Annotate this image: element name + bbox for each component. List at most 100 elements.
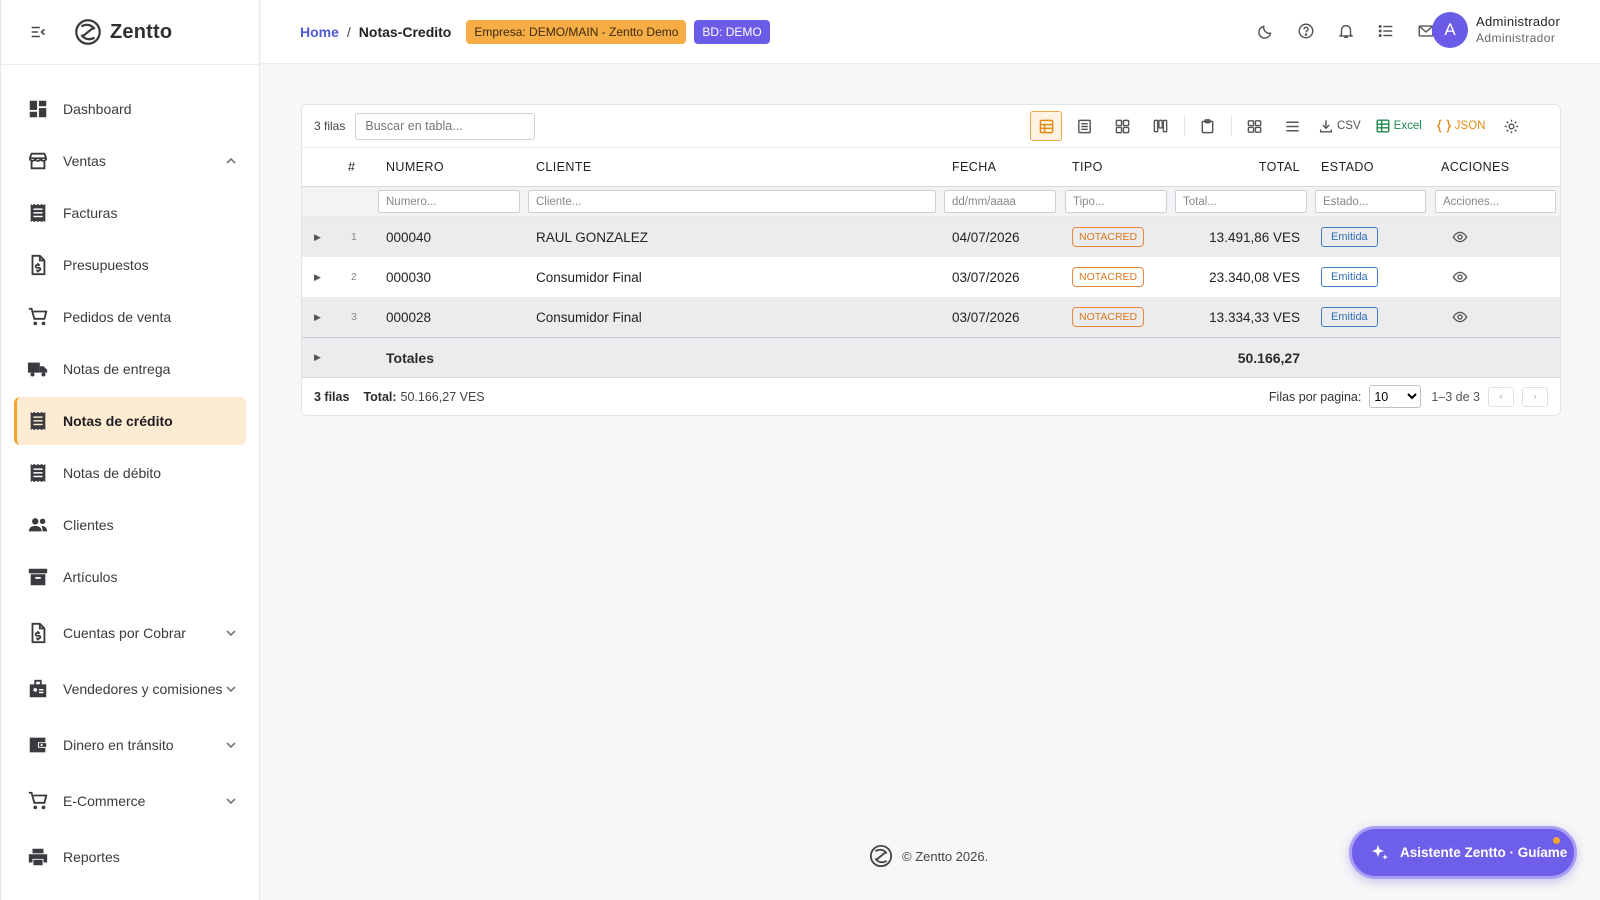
store-icon xyxy=(27,150,49,172)
kanban-view-icon[interactable] xyxy=(1144,111,1176,141)
table-view-icon[interactable] xyxy=(1030,111,1062,141)
density-grid-icon[interactable] xyxy=(1238,111,1270,141)
cell-total: 23.340,08 VES xyxy=(1209,269,1300,285)
sidebar-item-label: Ventas xyxy=(63,153,106,169)
sidebar-item-notas-de-debito[interactable]: Notas de débito xyxy=(14,449,246,497)
sidebar-header: Zentto xyxy=(1,0,259,65)
chevron-down-icon xyxy=(224,738,238,752)
expand-row-icon[interactable]: ▶ xyxy=(314,297,321,337)
sidebar-item-notas-de-credito[interactable]: Notas de crédito xyxy=(14,397,246,445)
sidebar-item-ventas[interactable]: Ventas xyxy=(14,137,246,185)
sidebar-item-vendedores[interactable]: Vendedores y comisiones xyxy=(14,665,246,713)
menu-collapse-icon[interactable] xyxy=(29,23,47,41)
sidebar-item-dashboard[interactable]: Dashboard xyxy=(14,85,246,133)
column-header-tipo[interactable]: TIPO xyxy=(1072,148,1103,186)
document-dollar-icon xyxy=(27,622,49,644)
sidebar-item-label: Presupuestos xyxy=(63,257,149,273)
view-eye-icon[interactable] xyxy=(1452,309,1468,325)
grid-toolbar: 3 filas CSV Excel JSON xyxy=(302,105,1560,147)
export-csv-button[interactable]: CSV xyxy=(1318,118,1361,134)
filter-total-input[interactable] xyxy=(1175,190,1307,213)
sidebar-item-cuentas-por-cobrar[interactable]: Cuentas por Cobrar xyxy=(14,609,246,657)
cell-numero: 000040 xyxy=(386,229,432,245)
filter-fecha-input[interactable] xyxy=(944,190,1056,213)
page-footer: © Zentto 2026. xyxy=(868,843,988,869)
settings-gear-icon[interactable] xyxy=(1495,111,1527,141)
filter-numero-input[interactable] xyxy=(378,190,520,213)
table-row[interactable]: ▶ 3 000028 Consumidor Final 03/07/2026 N… xyxy=(302,297,1560,337)
breadcrumb-home-link[interactable]: Home xyxy=(300,24,339,40)
column-header-index: # xyxy=(348,160,356,174)
sidebar-item-pedidos-de-venta[interactable]: Pedidos de venta xyxy=(14,293,246,341)
column-header-estado[interactable]: ESTADO xyxy=(1321,148,1374,186)
table-row[interactable]: ▶ 2 000030 Consumidor Final 03/07/2026 N… xyxy=(302,257,1560,297)
footer-total-value: 50.166,27 VES xyxy=(400,389,485,404)
task-list-icon[interactable] xyxy=(1377,22,1395,40)
sidebar-item-label: Vendedores y comisiones xyxy=(63,681,223,697)
export-csv-label: CSV xyxy=(1337,120,1361,132)
sidebar-item-label: Artículos xyxy=(63,569,118,585)
column-header-total[interactable]: TOTAL xyxy=(1234,148,1300,186)
view-eye-icon[interactable] xyxy=(1452,269,1468,285)
table-search-input[interactable] xyxy=(355,112,536,140)
expand-row-icon[interactable]: ▶ xyxy=(314,257,321,297)
sidebar-item-label: Notas de débito xyxy=(63,465,162,481)
sidebar-item-articulos[interactable]: Artículos xyxy=(14,553,246,601)
status-badge: Emitida xyxy=(1321,307,1378,327)
filter-acciones-input[interactable] xyxy=(1435,190,1556,213)
cell-total: 13.491,86 VES xyxy=(1209,229,1300,245)
sidebar-item-label: Cuentas por Cobrar xyxy=(63,625,186,641)
sidebar-item-presupuestos[interactable]: Presupuestos xyxy=(14,241,246,289)
expand-totals-icon[interactable]: ▶ xyxy=(314,338,321,377)
sidebar-item-facturas[interactable]: Facturas xyxy=(14,189,246,237)
grid-view-icon[interactable] xyxy=(1106,111,1138,141)
list-view-icon[interactable] xyxy=(1068,111,1100,141)
footer-rows-count: 3 filas xyxy=(314,389,350,404)
cell-cliente: RAUL GONZALEZ xyxy=(536,229,649,245)
next-page-button[interactable]: › xyxy=(1522,386,1548,407)
sidebar-item-reportes[interactable]: Reportes xyxy=(14,833,246,881)
filter-estado-input[interactable] xyxy=(1315,190,1426,213)
sidebar-item-dinero-en-transito[interactable]: Dinero en tránsito xyxy=(14,721,246,769)
filter-tipo-input[interactable] xyxy=(1065,190,1167,213)
column-header-acciones: ACCIONES xyxy=(1441,160,1510,174)
export-excel-button[interactable]: Excel xyxy=(1375,118,1422,134)
rows-per-page-select[interactable]: 10 xyxy=(1369,385,1422,408)
table-header: # NUMERO CLIENTE FECHA TIPO TOTAL ESTADO… xyxy=(302,147,1560,187)
chevron-up-icon xyxy=(224,154,238,168)
sidebar-item-clientes[interactable]: Clientes xyxy=(14,501,246,549)
archive-icon xyxy=(27,566,49,588)
breadcrumb-current: Notas-Credito xyxy=(358,23,452,40)
export-json-button[interactable]: JSON xyxy=(1436,118,1485,134)
tipo-badge: NOTACRED xyxy=(1072,227,1145,247)
sidebar-item-e-commerce[interactable]: E-Commerce xyxy=(14,777,246,825)
prev-page-button[interactable]: ‹ xyxy=(1488,386,1514,407)
dark-mode-icon[interactable] xyxy=(1257,22,1275,40)
brand[interactable]: Zentto xyxy=(73,17,172,47)
totals-label: Totales xyxy=(386,349,434,366)
column-header-numero[interactable]: NUMERO xyxy=(386,148,444,186)
export-excel-label: Excel xyxy=(1393,120,1422,132)
column-header-fecha[interactable]: FECHA xyxy=(952,148,996,186)
assistant-button[interactable]: Asistente Zentto · Guíame xyxy=(1349,826,1577,879)
toolbar-divider xyxy=(1184,116,1185,136)
help-icon[interactable] xyxy=(1297,22,1315,40)
filter-row xyxy=(302,187,1560,217)
totals-value: 50.166,27 xyxy=(1237,349,1300,366)
density-list-icon[interactable] xyxy=(1276,111,1308,141)
page-range: 1–3 de 3 xyxy=(1431,389,1480,404)
user-menu[interactable]: A Administrador Administrador xyxy=(1432,12,1560,48)
expand-row-icon[interactable]: ▶ xyxy=(314,217,321,257)
notifications-bell-icon[interactable] xyxy=(1337,22,1355,40)
clipboard-icon[interactable] xyxy=(1191,111,1223,141)
column-header-cliente[interactable]: CLIENTE xyxy=(536,148,592,186)
breadcrumb-separator: / xyxy=(346,23,351,40)
toolbar-divider xyxy=(1231,116,1232,136)
user-info: Administrador Administrador xyxy=(1476,13,1560,47)
sidebar-item-label: Notas de crédito xyxy=(63,413,173,429)
cell-numero: 000028 xyxy=(386,309,432,325)
view-eye-icon[interactable] xyxy=(1452,229,1468,245)
filter-cliente-input[interactable] xyxy=(528,190,936,213)
table-row[interactable]: ▶ 1 000040 RAUL GONZALEZ 04/07/2026 NOTA… xyxy=(302,217,1560,257)
sidebar-item-notas-de-entrega[interactable]: Notas de entrega xyxy=(14,345,246,393)
